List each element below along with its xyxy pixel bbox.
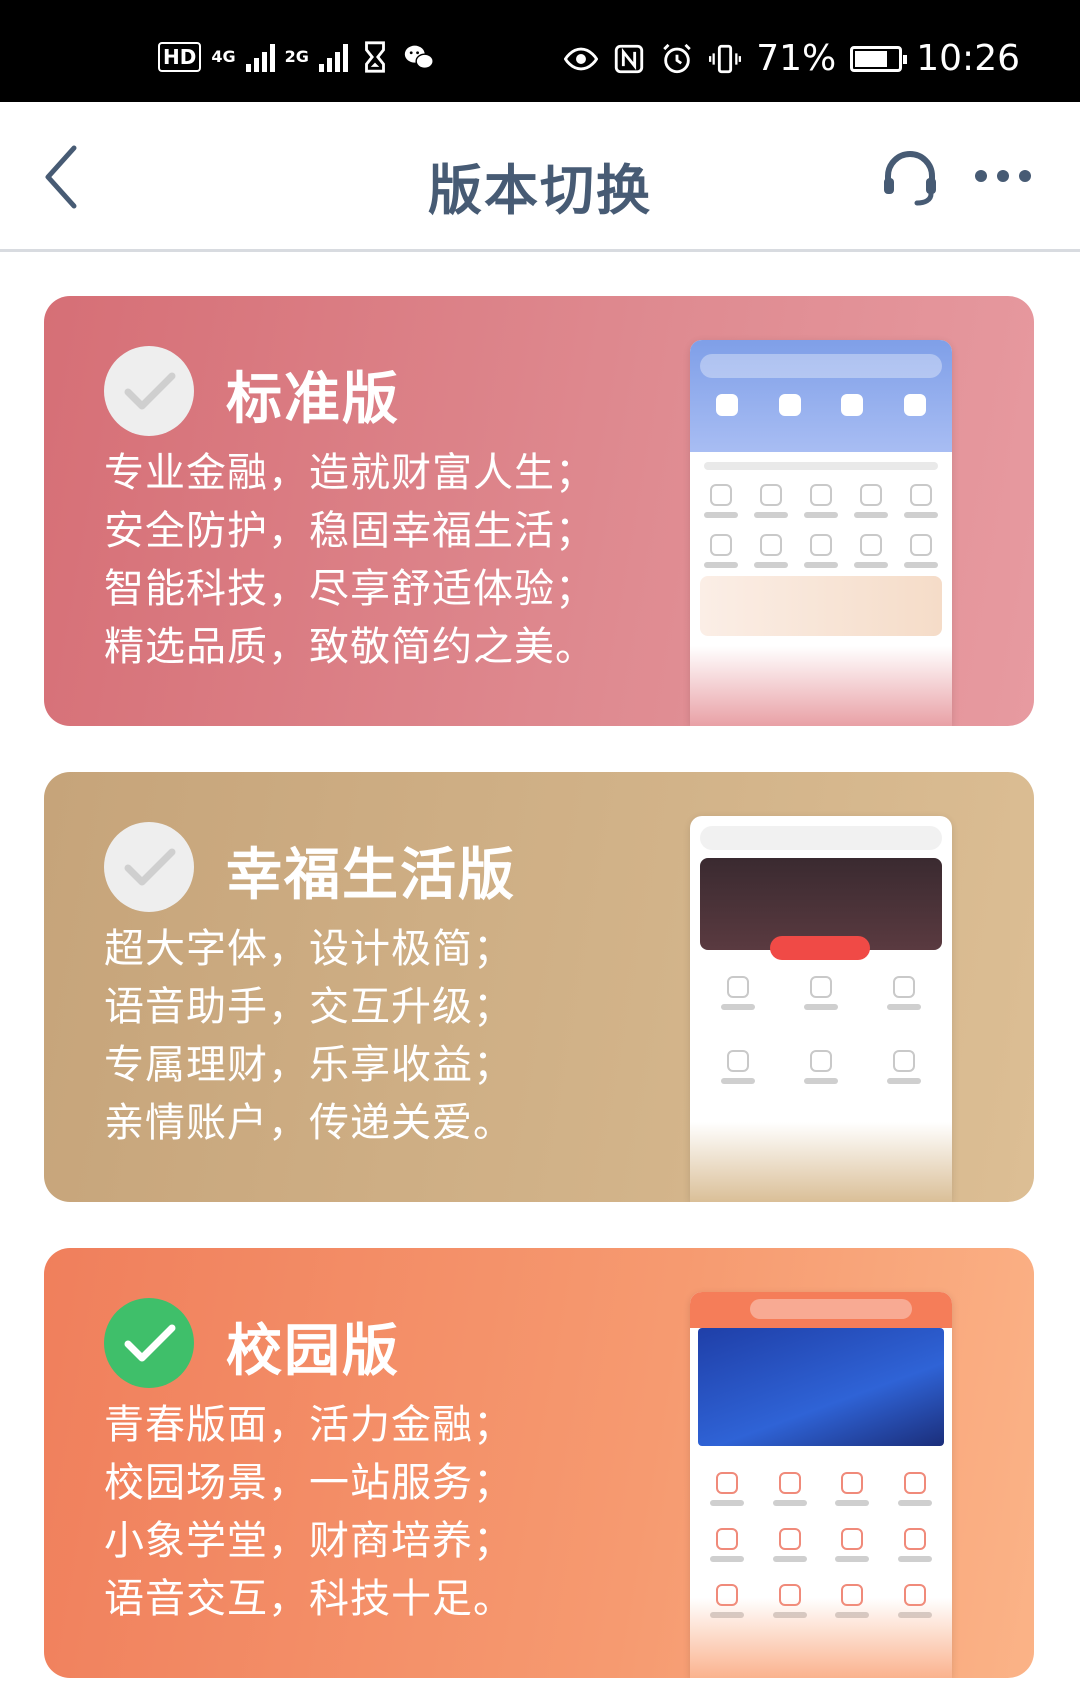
battery-percent: 71% xyxy=(756,38,837,79)
card-line: 语音交互，科技十足。 xyxy=(104,1576,514,1622)
card-description: 专业金融，造就财富人生； 安全防护，稳固幸福生活； 智能科技，尽享舒适体验； 精… xyxy=(104,444,596,676)
preview-thumbnail xyxy=(690,340,952,726)
headset-icon[interactable] xyxy=(880,148,940,208)
card-title: 标准版 xyxy=(226,367,400,432)
card-line: 超大字体，设计极简； xyxy=(104,926,514,972)
card-title: 幸福生活版 xyxy=(226,843,516,908)
clock: 10:26 xyxy=(916,38,1020,79)
card-description: 超大字体，设计极简； 语音助手，交互升级； 专属理财，乐享收益； 亲情账户，传递… xyxy=(104,920,514,1152)
card-line: 青春版面，活力金融； xyxy=(104,1402,514,1448)
preview-thumbnail xyxy=(690,1292,952,1678)
hourglass-icon xyxy=(364,41,385,73)
card-line: 专业金融，造就财富人生； xyxy=(104,450,596,496)
battery-icon xyxy=(850,45,908,72)
check-icon[interactable] xyxy=(104,822,194,912)
card-line: 精选品质，致敬简约之美。 xyxy=(104,624,596,670)
card-description: 青春版面，活力金融； 校园场景，一站服务； 小象学堂，财商培养； 语音交互，科技… xyxy=(104,1396,514,1628)
card-line: 安全防护，稳固幸福生活； xyxy=(104,508,596,554)
card-line: 亲情账户，传递关爱。 xyxy=(104,1100,514,1146)
check-icon[interactable] xyxy=(104,1298,194,1388)
status-left: HD 4G 2G xyxy=(158,40,436,74)
signal-icon xyxy=(245,42,275,72)
signal-icon-2 xyxy=(318,42,348,72)
more-icon[interactable] xyxy=(975,170,1031,182)
status-right: 71% 10:26 xyxy=(564,38,1020,79)
card-line: 小象学堂，财商培养； xyxy=(104,1518,514,1564)
preview-header xyxy=(690,340,952,452)
card-line: 语音助手，交互升级； xyxy=(104,984,514,1030)
nfc-icon xyxy=(615,44,644,73)
card-line: 校园场景，一站服务； xyxy=(104,1460,514,1506)
check-icon[interactable] xyxy=(104,346,194,436)
version-card-standard[interactable]: 标准版 专业金融，造就财富人生； 安全防护，稳固幸福生活； 智能科技，尽享舒适体… xyxy=(44,296,1034,726)
sim2-label: 2G xyxy=(284,47,309,66)
status-bar: HD 4G 2G 71% 10:26 xyxy=(0,0,1080,102)
vibrate-icon xyxy=(709,44,742,73)
nav-bar: 版本切换 xyxy=(0,102,1080,252)
card-title: 校园版 xyxy=(226,1319,400,1384)
alarm-icon xyxy=(663,43,691,73)
version-card-happy-life[interactable]: 幸福生活版 超大字体，设计极简； 语音助手，交互升级； 专属理财，乐享收益； 亲… xyxy=(44,772,1034,1202)
version-card-campus[interactable]: 校园版 青春版面，活力金融； 校园场景，一站服务； 小象学堂，财商培养； 语音交… xyxy=(44,1248,1034,1678)
sim1-label: 4G xyxy=(211,47,236,66)
card-line: 专属理财，乐享收益； xyxy=(104,1042,514,1088)
wechat-icon xyxy=(404,45,434,70)
eye-icon xyxy=(564,47,599,70)
card-line: 智能科技，尽享舒适体验； xyxy=(104,566,596,612)
preview-thumbnail xyxy=(690,816,952,1202)
hd-badge: HD xyxy=(158,42,202,72)
